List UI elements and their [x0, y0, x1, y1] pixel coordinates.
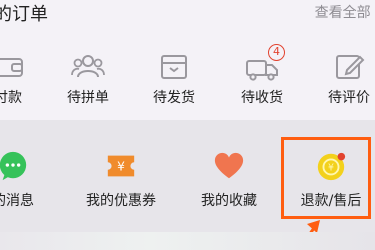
order-item-to-receive[interactable]: 待收货 4: [222, 44, 302, 110]
orders-title: 的订单: [0, 4, 48, 25]
tool-label: 我的优惠券: [86, 193, 156, 209]
tool-favorites[interactable]: 我的收藏: [184, 150, 274, 210]
chat-bubble-icon: [0, 151, 27, 181]
svg-text:¥: ¥: [117, 160, 125, 174]
wallet-icon: [0, 58, 23, 77]
view-all-link[interactable]: 查看全部›: [315, 2, 375, 22]
heart-icon: [214, 152, 244, 179]
order-item-label: 待评价: [328, 90, 370, 106]
coupon-ticket-icon: ¥: [107, 155, 135, 177]
order-item-pending-payment[interactable]: 付款: [0, 52, 48, 110]
order-item-label: 待拼单: [67, 90, 109, 106]
orders-header: 的订单 查看全部›: [0, 0, 375, 25]
order-item-to-review[interactable]: 待评价: [309, 52, 375, 110]
view-all-label: 查看全部: [314, 5, 371, 21]
order-item-group-buy[interactable]: 待拼单: [48, 52, 128, 110]
tool-label: 的消息: [0, 193, 34, 209]
highlight-box: [281, 137, 371, 219]
order-item-to-ship[interactable]: 待发货: [134, 52, 214, 110]
page-bottom-edge: [0, 232, 375, 250]
order-item-label: 待收货: [241, 90, 283, 106]
order-count-badge: 4: [268, 44, 285, 61]
group-users-icon: [71, 55, 105, 78]
tool-coupons[interactable]: ¥ 我的优惠券: [76, 150, 166, 210]
order-item-label: 待发货: [153, 90, 195, 106]
package-box-icon: [161, 55, 187, 79]
tool-label: 我的收藏: [201, 193, 257, 209]
tool-messages[interactable]: 的消息: [0, 150, 58, 210]
order-item-label: 付款: [0, 90, 22, 106]
edit-review-icon: [336, 55, 365, 79]
